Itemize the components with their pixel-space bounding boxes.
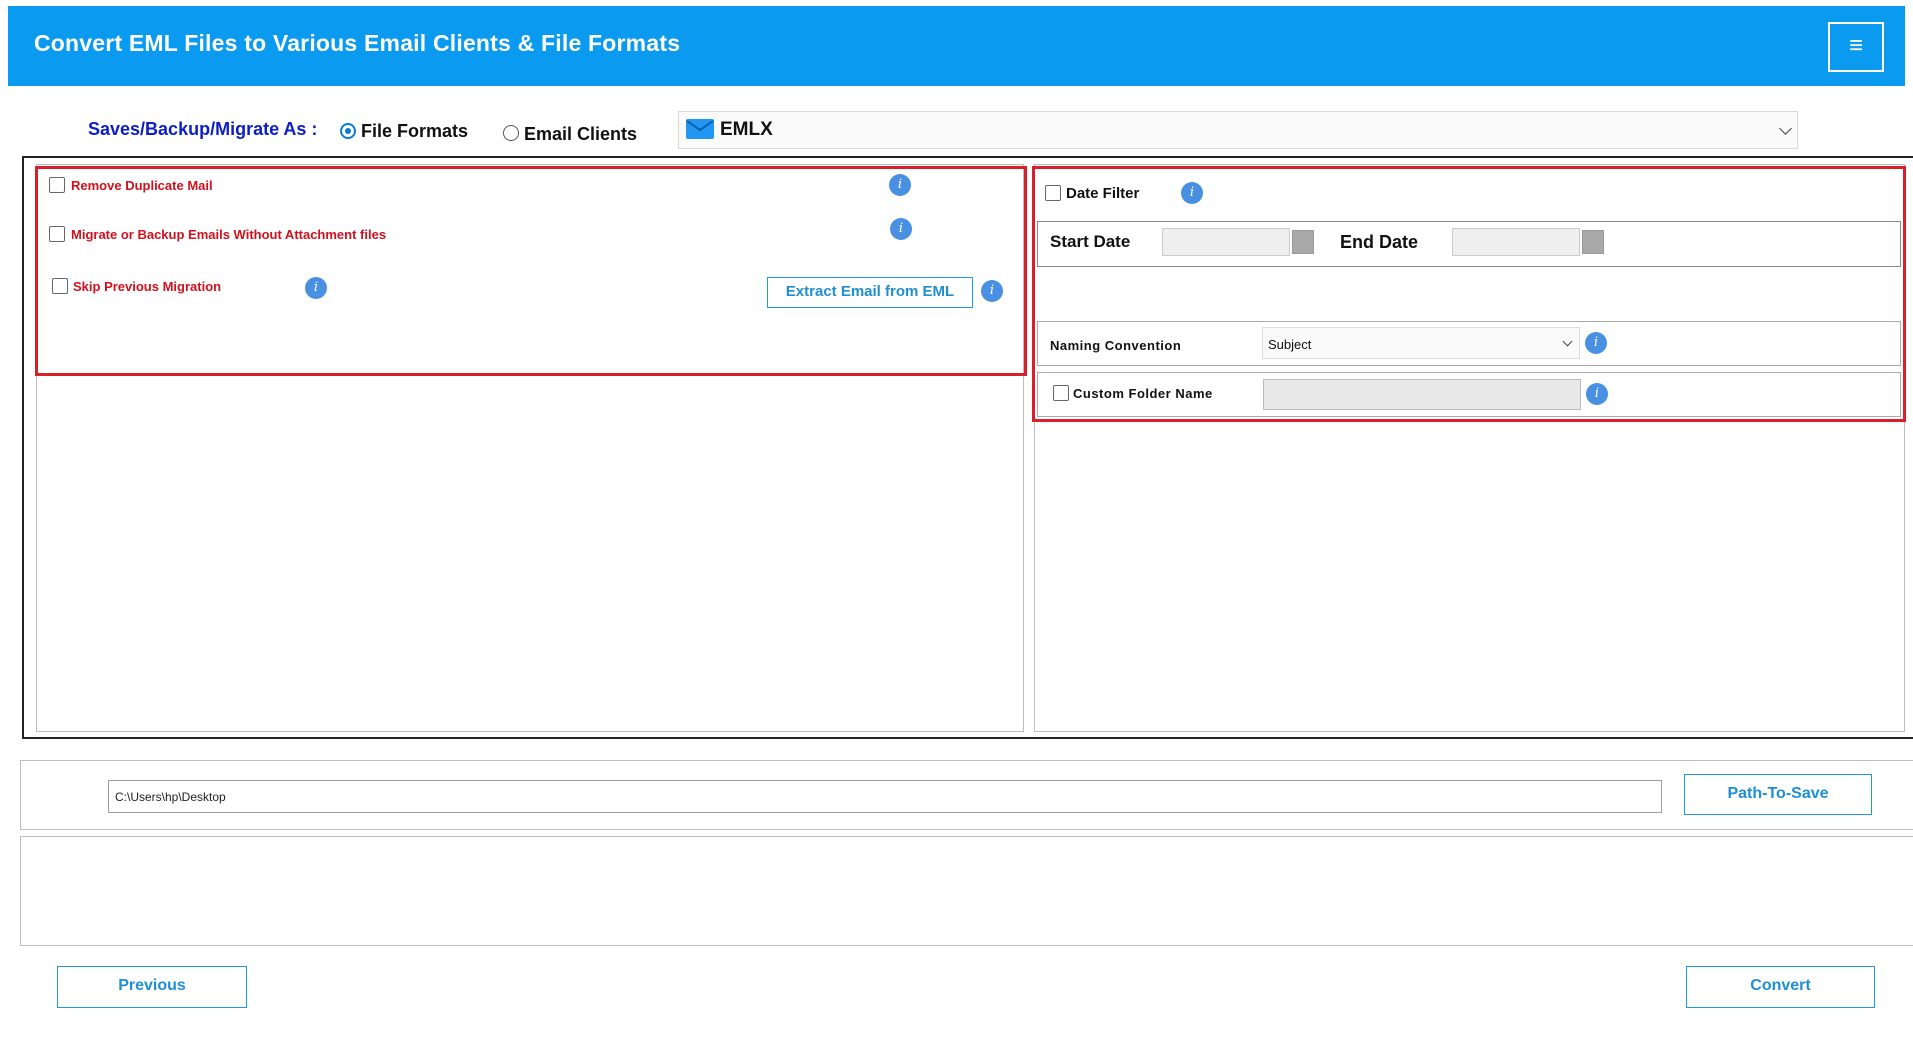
left-highlight-box	[35, 166, 1027, 376]
naming-convention-value: Subject	[1268, 337, 1312, 352]
start-date-label: Start Date	[1050, 232, 1131, 251]
remove-duplicate-checkbox[interactable]	[49, 177, 65, 193]
save-path-input[interactable]: C:\Users\hp\Desktop	[108, 780, 1662, 813]
info-icon[interactable]: i	[981, 280, 1003, 302]
date-filter-checkbox[interactable]	[1045, 185, 1061, 201]
end-date-input[interactable]	[1452, 228, 1580, 256]
format-select[interactable]	[678, 111, 1798, 149]
previous-button[interactable]: Previous	[57, 966, 247, 1008]
info-icon[interactable]: i	[1586, 383, 1608, 405]
radio-email-clients-label[interactable]: Email Clients	[524, 124, 637, 145]
menu-button[interactable]: ≡	[1828, 22, 1884, 72]
custom-folder-input[interactable]	[1263, 379, 1581, 410]
format-select-value: EMLX	[720, 119, 773, 140]
without-attachment-checkbox[interactable]	[49, 226, 65, 242]
naming-convention-label: Naming Convention	[1050, 338, 1182, 353]
info-icon[interactable]: i	[1181, 182, 1203, 204]
hamburger-icon: ≡	[1848, 32, 1863, 59]
start-date-input[interactable]	[1162, 228, 1290, 256]
skip-previous-checkbox[interactable]	[52, 278, 68, 294]
radio-file-formats[interactable]	[340, 123, 356, 139]
path-to-save-button[interactable]: Path-To-Save	[1684, 774, 1872, 815]
remove-duplicate-label: Remove Duplicate Mail	[71, 178, 213, 193]
info-icon[interactable]: i	[1585, 332, 1607, 354]
app-title: Convert EML Files to Various Email Clien…	[34, 30, 681, 56]
extract-email-button[interactable]: Extract Email from EML	[767, 277, 973, 308]
skip-previous-label: Skip Previous Migration	[73, 279, 222, 294]
date-filter-label: Date Filter	[1066, 185, 1140, 202]
calendar-icon[interactable]	[1292, 230, 1314, 254]
without-attachment-label: Migrate or Backup Emails Without Attachm…	[71, 227, 387, 242]
save-as-label: Saves/Backup/Migrate As :	[88, 119, 318, 139]
end-date-label: End Date	[1340, 232, 1419, 252]
custom-folder-checkbox[interactable]	[1053, 385, 1069, 401]
custom-folder-label: Custom Folder Name	[1073, 386, 1213, 401]
radio-email-clients[interactable]	[503, 125, 519, 141]
convert-button[interactable]: Convert	[1686, 966, 1875, 1008]
info-icon[interactable]: i	[305, 277, 327, 299]
info-icon[interactable]: i	[889, 174, 911, 196]
mail-icon	[686, 119, 714, 139]
radio-file-formats-label[interactable]: File Formats	[361, 121, 468, 142]
log-area	[20, 836, 1913, 946]
info-icon[interactable]: i	[890, 218, 912, 240]
calendar-icon[interactable]	[1582, 230, 1604, 254]
